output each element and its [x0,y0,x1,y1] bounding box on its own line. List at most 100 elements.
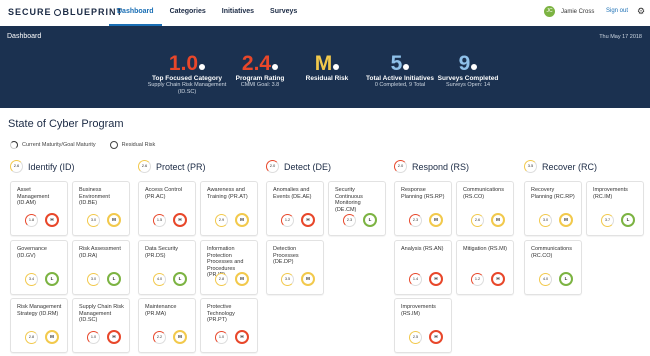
nav-link-initiatives[interactable]: Initiatives [214,0,262,26]
residual-risk-badge: M [45,330,59,344]
function-header[interactable]: 2.0 Respond (RS) [394,160,469,173]
maturity-gauge: 2.5 [409,331,422,344]
logo[interactable]: SECURE BLUEPRINT [8,7,123,17]
residual-risk-badge: H [429,330,443,344]
maturity-gauge: 1.2 [471,273,484,286]
category-card[interactable]: Communications (RC.CO) 4.0 L [524,240,582,295]
category-card[interactable]: Supply Chain Risk Management (ID.SC) 1.0 H [72,298,130,353]
category-name: Risk Assessment (ID.RA) [79,246,121,259]
kpi-dot-icon [403,64,410,70]
category-card[interactable]: Information Protection Processes and Pro… [200,240,258,295]
category-card[interactable]: Risk Management Strategy (ID.RM) 2.8 M [10,298,68,353]
nav-link-categories[interactable]: Categories [162,0,214,26]
page-title: Dashboard [7,33,42,40]
maturity-gauge: 3.0 [87,214,100,227]
legend-maturity-label: Current Maturity/Goal Maturity [22,142,96,148]
category-card[interactable]: Analysis (RS.AN) 1.4 H [394,240,452,295]
user-menu[interactable]: JC Jamie Cross [544,6,594,17]
category-card[interactable]: Governance (ID.GV) 3.4 L [10,240,68,295]
category-name: Access Control (PR.AC) [145,187,182,200]
category-card[interactable]: Detection Processes (DE.DP) 3.5 M [266,240,324,295]
avatar: JC [544,6,555,17]
maturity-gauge: 4.0 [539,273,552,286]
category-card[interactable]: Improvements (RS.IM) 2.5 H [394,298,452,353]
category-name: Improvements (RC.IM) [593,187,628,200]
maturity-gauge: 3.7 [601,214,614,227]
legend: Current Maturity/Goal Maturity Residual … [10,141,155,149]
signout-link[interactable]: Sign out [606,8,628,14]
maturity-gauge: 3.0 [87,273,100,286]
category-card[interactable]: Improvements (RC.IM) 3.7 L [586,181,644,236]
residual-risk-badge: L [621,213,635,227]
residual-risk-badge: H [235,330,249,344]
residual-risk-badge: L [45,272,59,286]
maturity-gauge: 2.6 [471,214,484,227]
category-card[interactable]: Business Environment (ID.BE) 3.0 M [72,181,130,236]
function-score-badge: 2.0 [266,160,279,173]
maturity-gauge: 2.9 [215,214,228,227]
function-header[interactable]: 3.5 Recover (RC) [524,160,597,173]
category-name: Data Security (PR.DS) [145,246,179,259]
category-card[interactable]: Anomalies and Events (DE.AE) 1.2 H [266,181,324,236]
category-card[interactable]: Security Continuous Monitoring (DE.CM) 2.… [328,181,386,236]
category-card[interactable]: Maintenance (PR.MA) 2.2 M [138,298,196,353]
maturity-gauge: 2.8 [215,273,228,286]
residual-risk-badge: M [559,213,573,227]
category-name: Security Continuous Monitoring (DE.CM) [335,187,363,213]
function-name: Detect (DE) [284,161,332,172]
category-name: Asset Management (ID.AM) [17,187,50,206]
category-name: Awareness and Training (PR.AT) [207,187,248,200]
maturity-gauge: 3.0 [539,214,552,227]
residual-risk-badge: M [107,213,121,227]
function-header[interactable]: 2.6 Protect (PR) [138,160,206,173]
legend-risk-label: Residual Risk [121,142,156,148]
function-header[interactable]: 2.6 Identify (ID) [10,160,75,173]
maturity-gauge: 4.0 [153,273,166,286]
header-date: Thu May 17 2018 [599,34,642,40]
top-navigation: SECURE BLUEPRINT Dashboard Categories In… [0,0,650,26]
category-card[interactable]: Communications (RS.CO) 2.6 M [456,181,514,236]
category-card[interactable]: Mitigation (RS.MI) 1.2 H [456,240,514,295]
category-name: Anomalies and Events (DE.AE) [273,187,312,200]
category-name: Risk Management Strategy (ID.RM) [17,304,62,317]
maturity-gauge: 2.8 [25,331,38,344]
category-card[interactable]: Protective Technology (PR.PT) 1.0 H [200,298,258,353]
category-card[interactable]: Risk Assessment (ID.RA) 3.0 L [72,240,130,295]
user-name: Jamie Cross [561,8,595,15]
category-card[interactable]: Access Control (PR.AC) 1.5 H [138,181,196,236]
kpi-4[interactable]: 9 Surveys Completed Surveys Open: 14 [423,53,513,89]
category-name: Protective Technology (PR.PT) [207,304,235,323]
maturity-legend-icon [10,141,18,149]
maturity-gauge: 1.8 [25,214,38,227]
maturity-gauge: 1.4 [409,273,422,286]
category-card[interactable]: Asset Management (ID.AM) 1.8 H [10,181,68,236]
function-header[interactable]: 2.0 Detect (DE) [266,160,331,173]
kpi-subtext: Surveys Open: 14 [445,82,491,88]
dashboard-header: Dashboard Thu May 17 2018 1.0 Top Focused… [0,26,650,108]
residual-risk-badge: M [173,330,187,344]
category-card[interactable]: Data Security (PR.DS) 4.0 L [138,240,196,295]
residual-risk-badge: H [45,213,59,227]
category-name: Maintenance (PR.MA) [145,304,177,317]
category-name: Communications (RS.CO) [463,187,504,200]
nav-link-surveys[interactable]: Surveys [262,0,305,26]
maturity-gauge: 3.4 [25,273,38,286]
maturity-gauge: 3.5 [281,273,294,286]
category-name: Recovery Planning (RC.RP) [531,187,575,200]
function-name: Recover (RC) [542,161,598,172]
residual-risk-badge: H [301,213,315,227]
residual-risk-badge: M [235,213,249,227]
residual-risk-badge: H [429,272,443,286]
function-score-badge: 2.6 [10,160,23,173]
category-card[interactable]: Recovery Planning (RC.RP) 3.0 M [524,181,582,236]
category-card[interactable]: Awareness and Training (PR.AT) 2.9 M [200,181,258,236]
residual-risk-badge: M [429,213,443,227]
gear-icon[interactable]: ⚙ [637,6,645,17]
category-card[interactable]: Response Planning (RS.RP) 2.3 M [394,181,452,236]
risk-legend-icon [109,141,118,149]
kpi-subtext: CMMI Goal: 3.8 [240,82,280,88]
kpi-dot-icon [272,64,279,70]
maturity-gauge: 2.3 [409,214,422,227]
kpi-value: 9 [423,53,513,75]
nav-link-dashboard[interactable]: Dashboard [109,0,162,26]
